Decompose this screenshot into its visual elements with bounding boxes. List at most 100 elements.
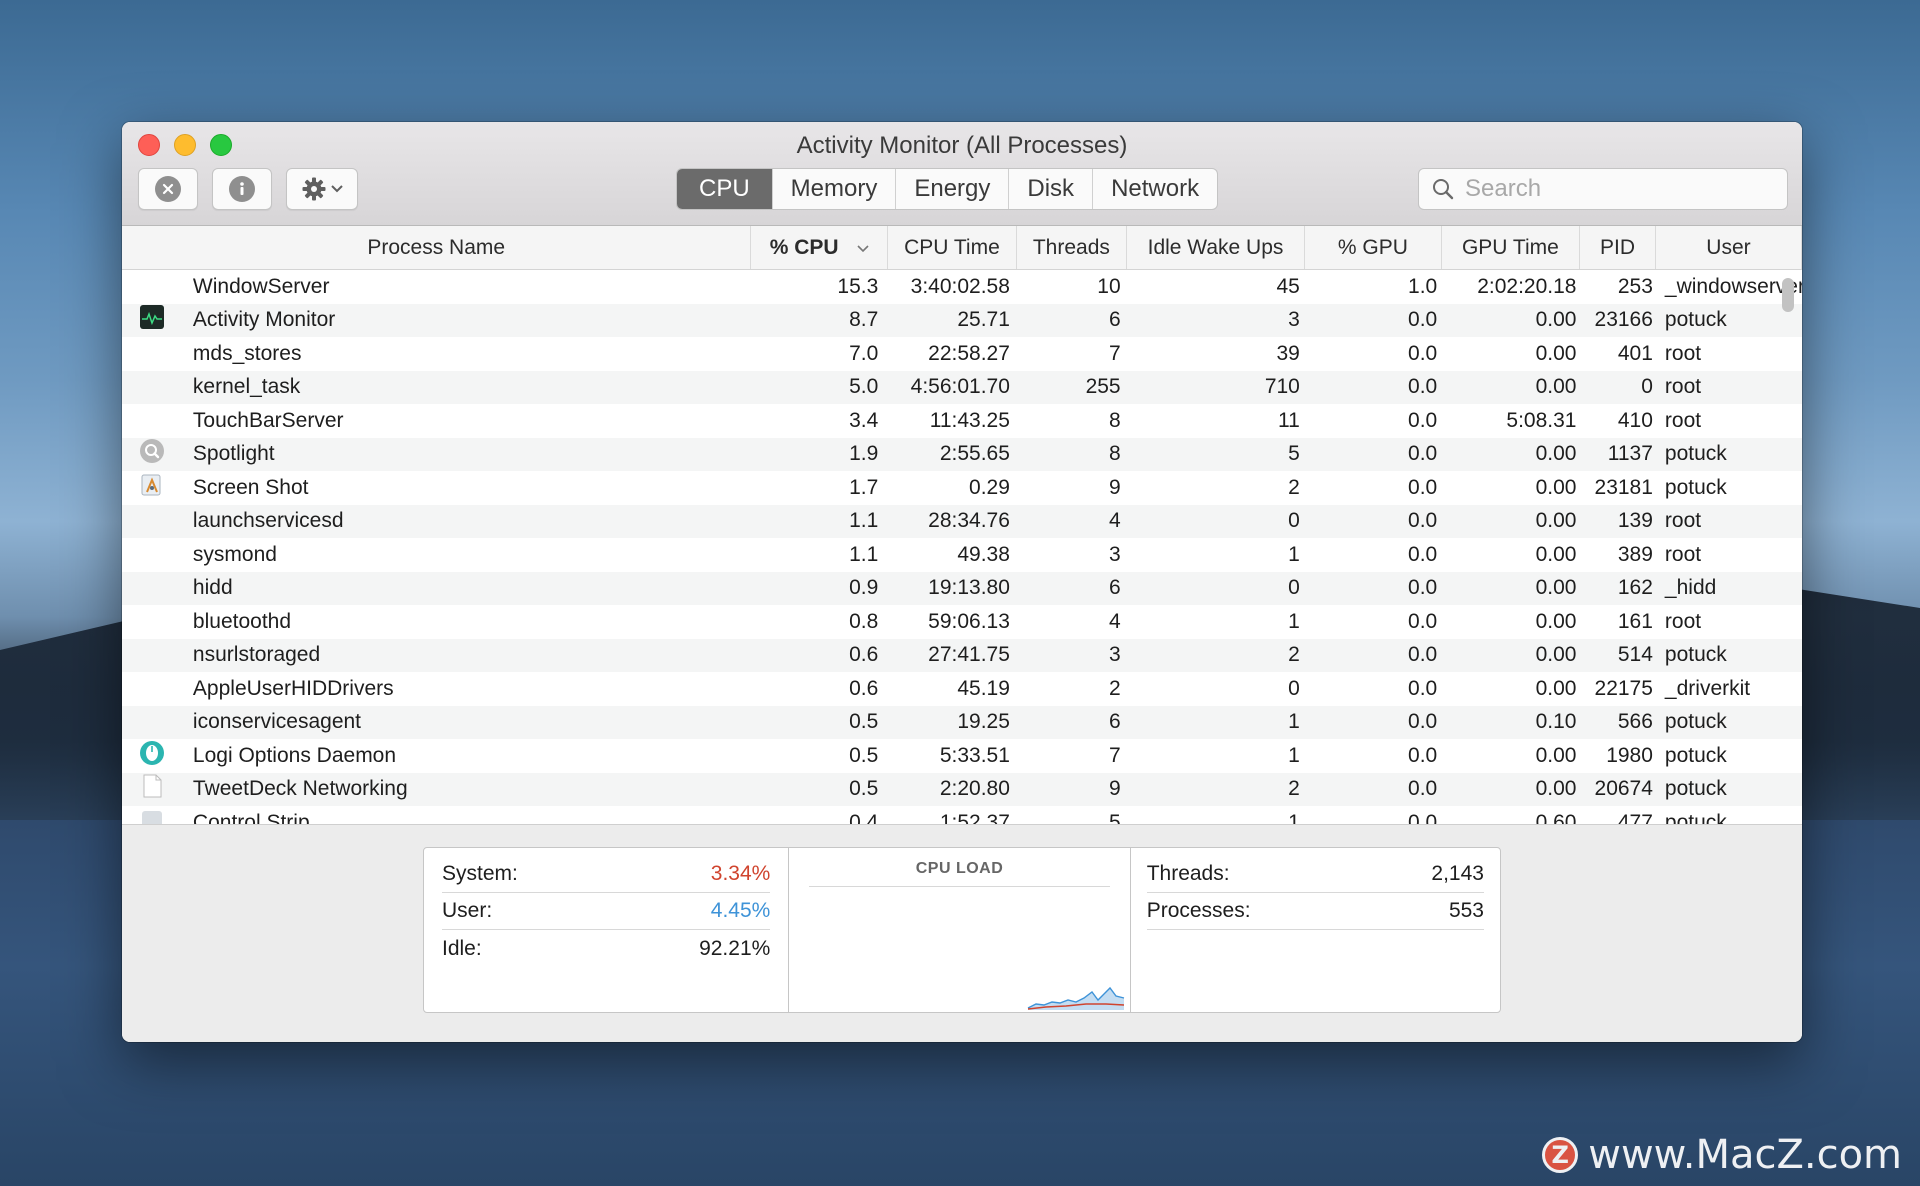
column-header-user[interactable]: User <box>1656 226 1802 269</box>
table-row[interactable]: nsurlstoraged 0.6 27:41.75 3 2 0.0 0.00 … <box>122 638 1802 672</box>
cpu-percent: 0.5 <box>849 710 879 734</box>
idle-label: Idle: <box>442 936 482 960</box>
user: potuck <box>1664 442 1727 466</box>
cpu-time: 28:34.76 <box>928 509 1010 533</box>
process-rows: WindowServer 15.3 3:40:02.58 10 45 1.0 2… <box>122 270 1802 824</box>
gpu-time: 0.00 <box>1535 542 1577 566</box>
table-row[interactable]: launchservicesd 1.1 28:34.76 4 0 0.0 0.0… <box>122 504 1802 538</box>
document-icon <box>139 773 165 805</box>
threads-label: Threads: <box>1146 862 1230 885</box>
gpu-time: 0.00 <box>1535 609 1577 633</box>
pid: 22175 <box>1594 676 1653 700</box>
user: _hidd <box>1664 576 1717 600</box>
gear-icon <box>302 177 326 201</box>
user: root <box>1664 509 1702 533</box>
cpu-time: 22:58.27 <box>928 341 1010 365</box>
process-icon-cell <box>122 740 183 772</box>
threads-stat: Threads: 2,143 <box>1146 856 1484 893</box>
column-header-idle-wake-ups[interactable]: Idle Wake Ups <box>1127 226 1306 269</box>
idle-wake-ups: 0 <box>1288 676 1300 700</box>
table-row[interactable]: sysmond 1.1 49.38 3 1 0.0 0.00 389 root <box>122 538 1802 572</box>
table-row[interactable]: mds_stores 7.0 22:58.27 7 39 0.0 0.00 40… <box>122 337 1802 371</box>
cpu-load-graph <box>1027 986 1124 1010</box>
table-row[interactable]: iconservicesagent 0.5 19.25 6 1 0.0 0.10… <box>122 705 1802 739</box>
table-row[interactable]: TouchBarServer 3.4 11:43.25 8 11 0.0 5:0… <box>122 404 1802 438</box>
process-name: sysmond <box>192 542 277 566</box>
process-name: Logi Options Daemon <box>192 743 397 767</box>
cpu-time: 4:56:01.70 <box>910 375 1010 399</box>
pid: 162 <box>1617 576 1653 600</box>
gpu-time: 2:02:20.18 <box>1477 274 1577 298</box>
pid: 139 <box>1617 509 1653 533</box>
tab-energy[interactable]: Energy <box>896 169 1010 209</box>
tab-disk[interactable]: Disk <box>1009 169 1094 209</box>
process-name: launchservicesd <box>192 509 344 533</box>
table-row[interactable]: Control Strip 0.4 1:52.37 5 1 0.0 0.60 4… <box>122 806 1802 824</box>
threads: 2 <box>1108 676 1121 700</box>
idle-wake-ups: 0 <box>1288 509 1300 533</box>
process-name: hidd <box>192 576 233 600</box>
process-name: Screen Shot <box>192 475 309 499</box>
tab-memory[interactable]: Memory <box>773 169 897 209</box>
gpu-time: 0.00 <box>1535 442 1577 466</box>
user: root <box>1664 375 1702 399</box>
process-icon-cell <box>122 438 183 470</box>
cpu-percent: 0.6 <box>849 643 879 667</box>
gpu-time: 0.00 <box>1535 341 1577 365</box>
process-name: Control Strip <box>192 810 310 824</box>
pid: 477 <box>1617 810 1653 824</box>
threads: 4 <box>1108 509 1121 533</box>
pid: 514 <box>1617 643 1653 667</box>
idle-wake-ups: 5 <box>1288 442 1300 466</box>
processes-stat: Processes: 553 <box>1146 893 1484 930</box>
column-header-gpu[interactable]: % GPU <box>1305 226 1442 269</box>
column-header-process-name[interactable]: Process Name <box>122 226 752 269</box>
threads: 8 <box>1108 442 1121 466</box>
table-row[interactable]: Activity Monitor 8.7 25.71 6 3 0.0 0.00 … <box>122 303 1802 337</box>
cpu-percent: 0.5 <box>849 777 879 801</box>
table-row[interactable]: TweetDeck Networking 0.5 2:20.80 9 2 0.0… <box>122 772 1802 806</box>
threads: 10 <box>1097 274 1121 298</box>
stop-icon <box>155 176 181 202</box>
inspect-process-button[interactable] <box>212 168 272 210</box>
search-input[interactable] <box>1465 175 1765 203</box>
column-header-threads[interactable]: Threads <box>1017 226 1127 269</box>
table-row[interactable]: AppleUserHIDDrivers 0.6 45.19 2 0 0.0 0.… <box>122 672 1802 706</box>
screenshot-icon <box>139 472 165 504</box>
table-row[interactable]: hidd 0.9 19:13.80 6 0 0.0 0.00 162 _hidd <box>122 571 1802 605</box>
scrollbar-thumb[interactable] <box>1782 278 1794 312</box>
action-menu-button[interactable] <box>286 168 358 210</box>
pid: 23166 <box>1594 308 1653 332</box>
threads: 6 <box>1108 710 1121 734</box>
system-value: 3.34% <box>710 862 771 885</box>
table-row[interactable]: Logi Options Daemon 0.5 5:33.51 7 1 0.0 … <box>122 739 1802 773</box>
process-icon-cell <box>122 807 183 824</box>
threads: 3 <box>1108 643 1121 667</box>
user: potuck <box>1664 743 1727 767</box>
cpu-summary-area: System: 3.34% User: 4.45% Idle: 92.21% C… <box>122 824 1802 1042</box>
table-row[interactable]: WindowServer 15.3 3:40:02.58 10 45 1.0 2… <box>122 270 1802 304</box>
process-name: WindowServer <box>192 274 330 298</box>
table-row[interactable]: kernel_task 5.0 4:56:01.70 255 710 0.0 0… <box>122 370 1802 404</box>
gpu-percent: 0.0 <box>1408 710 1438 734</box>
search-field[interactable] <box>1418 168 1788 210</box>
column-header-cpu-time[interactable]: CPU Time <box>888 226 1017 269</box>
tab-cpu[interactable]: CPU <box>677 169 773 209</box>
table-row[interactable]: Screen Shot 1.7 0.29 9 2 0.0 0.00 23181 … <box>122 471 1802 505</box>
quit-process-button[interactable] <box>138 168 198 210</box>
table-row[interactable]: Spotlight 1.9 2:55.65 8 5 0.0 0.00 1137 … <box>122 437 1802 471</box>
pid: 401 <box>1617 341 1653 365</box>
idle-value: 92.21% <box>699 936 771 960</box>
column-header-pid[interactable]: PID <box>1580 226 1656 269</box>
idle-wake-ups: 2 <box>1288 475 1300 499</box>
tab-network[interactable]: Network <box>1093 169 1217 209</box>
table-row[interactable]: bluetoothd 0.8 59:06.13 4 1 0.0 0.00 161… <box>122 605 1802 639</box>
threads: 9 <box>1108 475 1121 499</box>
column-header-gpu-time[interactable]: GPU Time <box>1442 226 1581 269</box>
column-header-cpu[interactable]: % CPU <box>751 226 888 269</box>
threads: 7 <box>1108 341 1121 365</box>
gpu-percent: 0.0 <box>1408 509 1438 533</box>
process-icon-cell <box>122 304 183 336</box>
info-icon <box>229 176 255 202</box>
cpu-time: 25.71 <box>957 308 1010 332</box>
